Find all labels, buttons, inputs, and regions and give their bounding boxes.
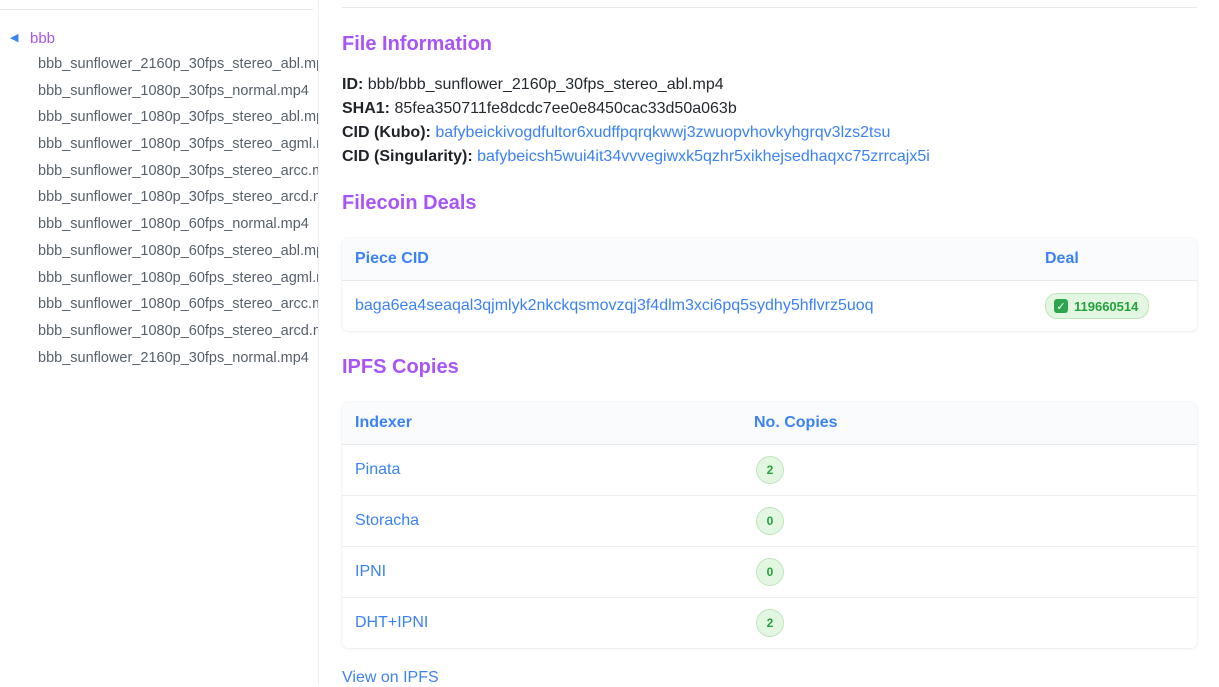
- cid-kubo-label: CID (Kubo):: [342, 124, 431, 141]
- main-divider: [342, 7, 1197, 8]
- cid-singularity-link[interactable]: bafybeicsh5wui4it34vvvegiwxk5qzhr5xikhej…: [477, 148, 930, 165]
- deal-column-header: Deal: [1045, 250, 1079, 267]
- ipfs-copies-table: Indexer No. Copies Pinata 2 Storacha 0 I…: [342, 402, 1197, 648]
- tree-file-item[interactable]: bbb_sunflower_1080p_60fps_stereo_arcd.mp…: [38, 318, 318, 345]
- ipfs-table-header: Indexer No. Copies: [342, 402, 1197, 445]
- tree-file-item[interactable]: bbb_sunflower_1080p_60fps_normal.mp4: [38, 211, 318, 238]
- piece-cid-link[interactable]: baga6ea4seaqal3qjmlyk2nkckqsmovzqj3f4dlm…: [355, 297, 1045, 315]
- file-id-label: ID:: [342, 76, 364, 93]
- sidebar-divider: [0, 9, 313, 10]
- tree-file-item[interactable]: bbb_sunflower_2160p_30fps_stereo_abl.mp4: [38, 51, 318, 78]
- tree-file-item[interactable]: bbb_sunflower_1080p_30fps_stereo_abl.mp4: [38, 104, 318, 131]
- tree-file-item[interactable]: bbb_sunflower_1080p_30fps_stereo_arcd.mp…: [38, 184, 318, 211]
- filecoin-deals-heading: Filecoin Deals: [342, 192, 477, 214]
- caret-down-icon[interactable]: ◀: [10, 28, 30, 48]
- file-info-block: ID: bbb/bbb_sunflower_2160p_30fps_stereo…: [342, 73, 1197, 169]
- sha1-label: SHA1:: [342, 100, 391, 117]
- file-tree-sidebar: ◀ bbb bbb_sunflower_2160p_30fps_stereo_a…: [0, 0, 319, 685]
- check-mark-icon: ✓: [1054, 299, 1068, 313]
- deals-table-header: Piece CID Deal: [342, 238, 1197, 281]
- indexer-link[interactable]: Storacha: [355, 512, 756, 530]
- indexer-link[interactable]: IPNI: [355, 563, 756, 581]
- tree-file-item[interactable]: bbb_sunflower_2160p_30fps_normal.mp4: [38, 345, 318, 372]
- tree-file-item[interactable]: bbb_sunflower_1080p_60fps_stereo_abl.mp4: [38, 238, 318, 265]
- file-id-value: bbb/bbb_sunflower_2160p_30fps_stereo_abl…: [367, 76, 724, 93]
- deal-badge[interactable]: ✓ 119660514: [1045, 293, 1150, 319]
- tree-folder-label: bbb: [30, 29, 56, 47]
- tree-file-item[interactable]: bbb_sunflower_1080p_30fps_normal.mp4: [38, 78, 318, 105]
- piece-cid-column-header: Piece CID: [355, 250, 429, 267]
- cid-singularity-row: CID (Singularity): bafybeicsh5wui4it34vv…: [342, 145, 1197, 169]
- cid-kubo-row: CID (Kubo): bafybeickivogdfultor6xudffpq…: [342, 121, 1197, 145]
- copies-count-badge: 0: [756, 558, 784, 586]
- file-id-row: ID: bbb/bbb_sunflower_2160p_30fps_stereo…: [342, 73, 1197, 97]
- cid-singularity-label: CID (Singularity):: [342, 148, 473, 165]
- table-row: IPNI 0: [342, 547, 1197, 598]
- indexer-column-header: Indexer: [355, 414, 412, 431]
- indexer-link[interactable]: DHT+IPNI: [355, 614, 756, 632]
- sha1-row: SHA1: 85fea350711fe8dcdc7ee0e8450cac33d5…: [342, 97, 1197, 121]
- ipfs-copies-heading: IPFS Copies: [342, 356, 459, 378]
- file-information-heading: File Information: [342, 33, 492, 55]
- table-row: Storacha 0: [342, 496, 1197, 547]
- file-details-panel: File Information ID: bbb/bbb_sunflower_2…: [342, 0, 1197, 687]
- indexer-link[interactable]: Pinata: [355, 461, 756, 479]
- table-row: Pinata 2: [342, 445, 1197, 496]
- copies-count-badge: 2: [756, 609, 784, 637]
- sha1-value: 85fea350711fe8dcdc7ee0e8450cac33d50a063b: [394, 100, 737, 117]
- view-on-ipfs-link[interactable]: View on IPFS: [342, 669, 439, 687]
- tree-file-item[interactable]: bbb_sunflower_1080p_30fps_stereo_arcc.mp…: [38, 158, 318, 185]
- deal-id: 119660514: [1074, 298, 1139, 314]
- tree-file-item[interactable]: bbb_sunflower_1080p_60fps_stereo_agml.mp…: [38, 265, 318, 292]
- copies-count-badge: 2: [756, 456, 784, 484]
- tree-file-list: bbb_sunflower_2160p_30fps_stereo_abl.mp4…: [38, 51, 318, 371]
- table-row: DHT+IPNI 2: [342, 598, 1197, 648]
- copies-column-header: No. Copies: [754, 414, 838, 431]
- tree-folder-bbb[interactable]: ◀ bbb: [10, 28, 55, 48]
- table-row: baga6ea4seaqal3qjmlyk2nkckqsmovzqj3f4dlm…: [342, 281, 1197, 331]
- tree-file-item[interactable]: bbb_sunflower_1080p_30fps_stereo_agml.mp…: [38, 131, 318, 158]
- tree-file-item[interactable]: bbb_sunflower_1080p_60fps_stereo_arcc.mp…: [38, 291, 318, 318]
- cid-kubo-link[interactable]: bafybeickivogdfultor6xudffpqrqkwwj3zwuop…: [435, 124, 890, 141]
- copies-count-badge: 0: [756, 507, 784, 535]
- filecoin-deals-table: Piece CID Deal baga6ea4seaqal3qjmlyk2nkc…: [342, 238, 1197, 331]
